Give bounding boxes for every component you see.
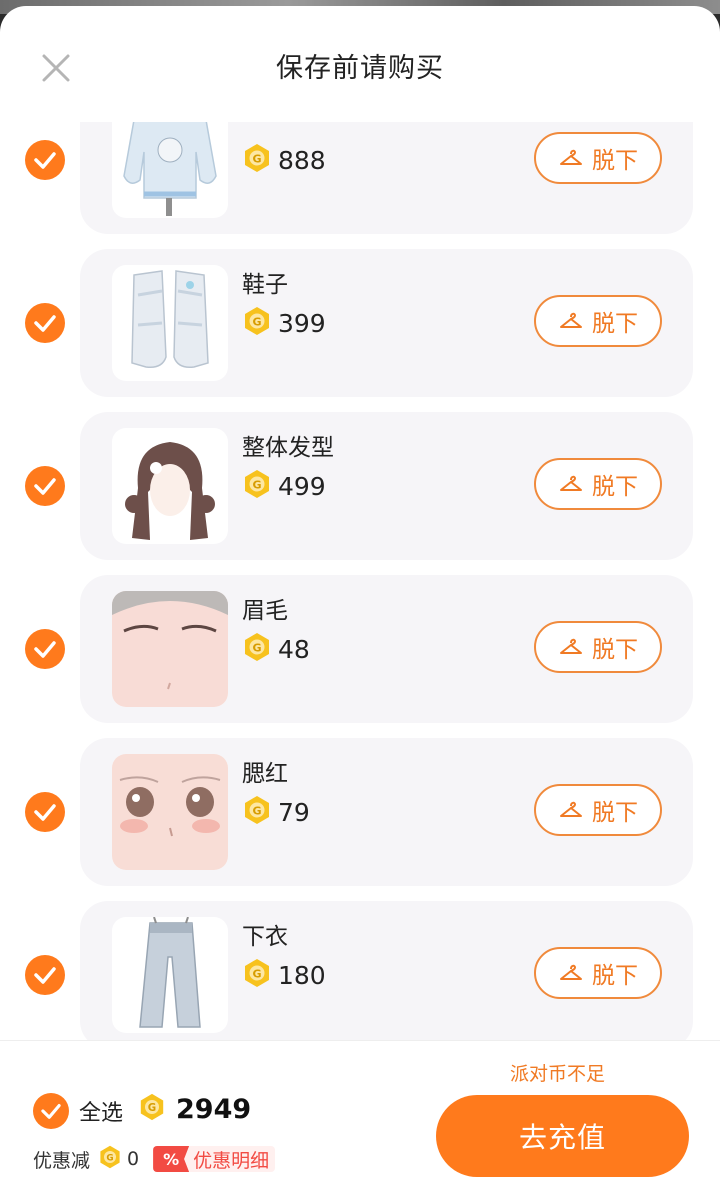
total-price: G 2949 (138, 1093, 251, 1125)
discount-detail-button[interactable]: % 优惠明细 (153, 1146, 276, 1172)
svg-text:G: G (148, 1102, 156, 1114)
price-value: 499 (278, 471, 326, 501)
coin-icon: G (242, 143, 272, 177)
item-price: G 79 (242, 794, 310, 830)
discount-label: 优惠减 (33, 1149, 91, 1172)
check-icon[interactable] (25, 466, 65, 506)
total-value: 2949 (176, 1093, 252, 1125)
hanger-icon (560, 638, 582, 654)
check-icon[interactable] (25, 303, 65, 343)
list-item: 眉毛 G 48 脱下 (0, 575, 720, 725)
hanger-icon (560, 475, 582, 491)
check-icon[interactable] (25, 955, 65, 995)
discount-value: 0 (127, 1148, 140, 1170)
coin-icon: G (242, 632, 272, 666)
select-all-label: 全选 (79, 1101, 124, 1126)
item-name: 腮红 (242, 761, 288, 787)
check-icon[interactable] (25, 140, 65, 180)
remove-label: 脱下 (592, 637, 638, 663)
coin-icon: G (242, 795, 272, 829)
insufficient-balance-text: 派对币不足 (510, 1063, 606, 1085)
price-value: 888 (278, 145, 326, 175)
svg-text:G: G (106, 1154, 113, 1164)
hanger-icon (560, 801, 582, 817)
coin-icon: G (242, 958, 272, 992)
price-value: 399 (278, 308, 326, 338)
check-icon[interactable] (25, 629, 65, 669)
hanger-icon (560, 312, 582, 328)
remove-label: 脱下 (592, 963, 638, 989)
hanger-icon (560, 964, 582, 980)
svg-text:G: G (252, 479, 261, 492)
item-price: G 399 (242, 305, 326, 341)
remove-button[interactable]: 脱下 (534, 458, 662, 510)
remove-label: 脱下 (592, 800, 638, 826)
svg-text:G: G (252, 316, 261, 329)
item-list[interactable]: G 888 脱下 鞋子 G 399 脱下 整体发型 G 499 脱下 眉毛 G … (0, 122, 720, 1040)
page-title: 保存前请购买 (276, 53, 444, 84)
list-item: 鞋子 G 399 脱下 (0, 249, 720, 399)
item-name: 眉毛 (242, 598, 288, 624)
price-value: 48 (278, 634, 310, 664)
svg-text:G: G (252, 153, 261, 166)
recharge-button[interactable]: 去充值 (436, 1095, 689, 1177)
percent-icon: % (153, 1146, 190, 1172)
remove-button[interactable]: 脱下 (534, 621, 662, 673)
check-icon (33, 1093, 69, 1129)
check-icon[interactable] (25, 792, 65, 832)
item-price: G 48 (242, 631, 310, 667)
price-value: 79 (278, 797, 310, 827)
remove-button[interactable]: 脱下 (534, 947, 662, 999)
discount-detail-label: 优惠明细 (193, 1149, 270, 1172)
remove-label: 脱下 (592, 474, 638, 500)
item-card: 眉毛 G 48 脱下 (80, 575, 693, 723)
remove-label: 脱下 (592, 148, 638, 174)
list-item: 整体发型 G 499 脱下 (0, 412, 720, 562)
price-value: 180 (278, 960, 326, 990)
item-thumbnail-shoes (112, 265, 228, 381)
item-card: G 888 脱下 (80, 122, 693, 234)
item-price: G 499 (242, 468, 326, 504)
checkout-footer: 派对币不足 全选 G 2949 优惠减 G 0 % 优惠明细 去充值 (0, 1040, 720, 1197)
coin-icon: G (98, 1145, 122, 1173)
item-price: G 888 (242, 142, 326, 178)
svg-text:G: G (252, 642, 261, 655)
item-card: 鞋子 G 399 脱下 (80, 249, 693, 397)
item-name: 鞋子 (242, 272, 288, 298)
select-all-toggle[interactable]: 全选 (33, 1093, 123, 1129)
item-price: G 180 (242, 957, 326, 993)
hanger-icon (560, 149, 582, 165)
remove-button[interactable]: 脱下 (534, 295, 662, 347)
item-thumbnail-pants (112, 917, 228, 1033)
coin-icon: G (242, 469, 272, 503)
purchase-sheet: 保存前请购买 G 888 脱下 鞋子 G 399 脱下 整体发型 G 499 脱… (0, 6, 720, 1197)
discount-row: 优惠减 G 0 % 优惠明细 (33, 1145, 276, 1173)
item-thumbnail-eyebrows (112, 591, 228, 707)
item-thumbnail-hoodie (112, 122, 228, 218)
sheet-header: 保存前请购买 (0, 6, 720, 122)
coin-icon: G (138, 1093, 166, 1125)
item-name: 整体发型 (242, 435, 334, 461)
svg-text:G: G (252, 805, 261, 818)
item-name: 下衣 (242, 924, 288, 950)
item-card: 下衣 G 180 脱下 (80, 901, 693, 1040)
svg-text:G: G (252, 968, 261, 981)
remove-label: 脱下 (592, 311, 638, 337)
list-item: 腮红 G 79 脱下 (0, 738, 720, 888)
item-thumbnail-blush (112, 754, 228, 870)
list-item: G 888 脱下 (0, 122, 720, 236)
coin-icon: G (242, 306, 272, 340)
remove-button[interactable]: 脱下 (534, 784, 662, 836)
item-thumbnail-hair (112, 428, 228, 544)
item-card: 整体发型 G 499 脱下 (80, 412, 693, 560)
list-item: 下衣 G 180 脱下 (0, 901, 720, 1040)
item-card: 腮红 G 79 脱下 (80, 738, 693, 886)
remove-button[interactable]: 脱下 (534, 132, 662, 184)
